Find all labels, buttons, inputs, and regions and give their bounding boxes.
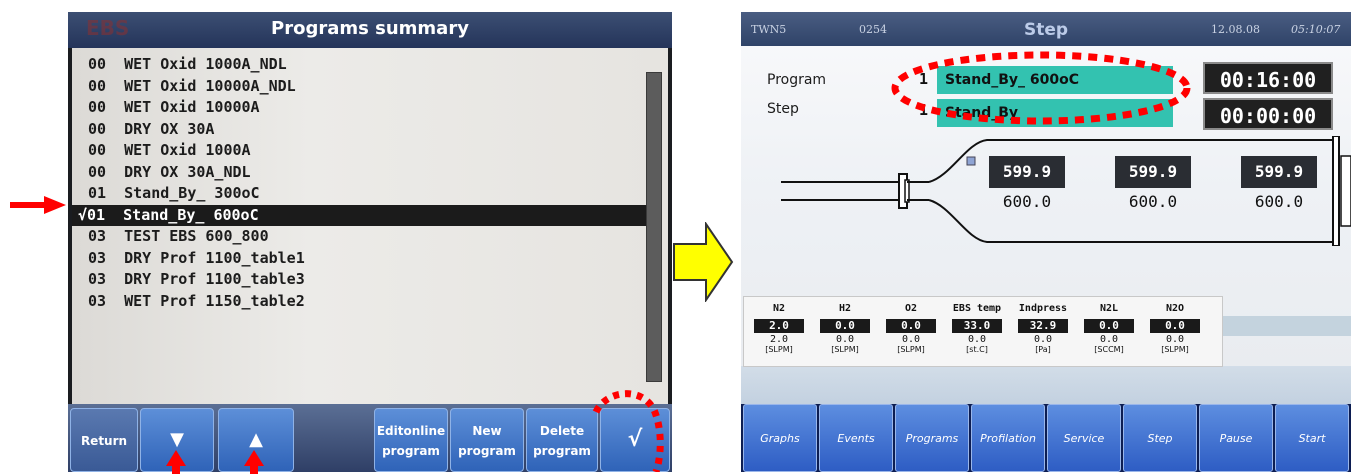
gas-unit: [SLPM]	[765, 345, 793, 354]
step-label: Step	[767, 101, 799, 117]
gas-set: 0.0	[901, 334, 921, 345]
gas-name: EBS temp	[952, 303, 1002, 314]
title-bar: EBS Programs summary	[68, 12, 672, 48]
transition-arrow-icon	[673, 222, 734, 302]
stripe	[741, 366, 1351, 404]
gas-val: 0.0	[886, 319, 936, 333]
new-label: New	[472, 424, 502, 438]
programs-button[interactable]: Programs	[895, 404, 969, 472]
program-list-item[interactable]: √01 Stand_By_ 600oC	[72, 204, 648, 226]
zone-setpoint-temp: 600.0	[1128, 192, 1178, 211]
red-pointer-arrow	[10, 196, 66, 214]
gas-set: 0.0	[1099, 334, 1119, 345]
gas-val: 0.0	[820, 319, 870, 333]
program-list-item[interactable]: 03 WET Prof 1150_table2	[72, 291, 648, 313]
gas-channel: EBS temp 33.0 0.0 [st.C]	[946, 297, 1008, 355]
page-title: Programs summary	[271, 18, 469, 39]
gas-name: N2O	[1165, 303, 1185, 314]
gas-unit: [SLPM]	[897, 345, 925, 354]
gas-channel: Indpress 32.9 0.0 [Pa]	[1012, 297, 1074, 355]
gas-val: 0.0	[1150, 319, 1200, 333]
program-list-item[interactable]: 00 WET Oxid 10000A_NDL	[72, 76, 648, 98]
gas-set: 0.0	[1033, 334, 1053, 345]
gas-val: 32.9	[1018, 319, 1068, 333]
profilation-button[interactable]: Profilation	[971, 404, 1045, 472]
red-up-arrow-1	[166, 450, 186, 474]
gas-val: 33.0	[952, 319, 1002, 333]
program-list-item[interactable]: 03 DRY Prof 1100_table1	[72, 248, 648, 270]
zone-setpoint-temp: 600.0	[1254, 192, 1304, 211]
gas-channel: N2O 0.0 0.0 [SLPM]	[1144, 297, 1206, 355]
gas-val: 2.0	[754, 319, 804, 333]
program-list-item[interactable]: 01 Stand_By_ 300oC	[72, 183, 648, 205]
editonline-label-2: program	[382, 444, 440, 458]
new-program-button[interactable]: New program	[450, 408, 524, 472]
program-time-display: 00:16:00	[1203, 62, 1333, 94]
gas-unit: [SLPM]	[1161, 345, 1189, 354]
button-bar: Return ▼ ▲ Editonline program New progra…	[68, 404, 672, 472]
step-time-display: 00:00:00	[1203, 98, 1333, 130]
scrollbar[interactable]	[646, 72, 662, 382]
return-label: Return	[80, 434, 128, 448]
button-bar: Graphs Events Programs Profilation Service St…	[741, 404, 1351, 472]
header-time: 05:10:07	[1291, 23, 1341, 36]
furnace-tube-diagram	[781, 136, 1351, 246]
program-list-item[interactable]: 00 DRY OX 30A_NDL	[72, 162, 648, 184]
step-body: Program Step 1 1 Stand_By_ 600oC Stand_B…	[741, 46, 1351, 404]
programs-summary-screen: EBS Programs summary 00 WET Oxid 1000A_N…	[68, 12, 672, 472]
gas-name: O2	[904, 303, 918, 314]
step-button[interactable]: Step	[1123, 404, 1197, 472]
gas-flow-panel: N2 2.0 2.0 [SLPM] H2 0.0 0.0 [SLPM] O2 0.0 0.0 [SLP…	[743, 296, 1223, 367]
red-dotted-ellipse	[891, 51, 1191, 125]
program-list-panel: 00 WET Oxid 1000A_NDL 00 WET Oxid 10000A_…	[72, 48, 668, 404]
program-list-item[interactable]: 03 TEST EBS 600_800	[72, 226, 648, 248]
new-label-2: program	[458, 444, 516, 458]
zone-actual-temp: 599.9	[989, 156, 1065, 188]
gas-set: 0.0	[1165, 334, 1185, 345]
gas-unit: [SCCM]	[1094, 345, 1124, 354]
zone-setpoint-temp: 600.0	[1002, 192, 1052, 211]
gas-channel: O2 0.0 0.0 [SLPM]	[880, 297, 942, 355]
gas-unit: [Pa]	[1035, 345, 1051, 354]
gas-channel: N2 2.0 2.0 [SLPM]	[748, 297, 810, 355]
editonline-label: Editonline	[376, 424, 446, 438]
program-list: 00 WET Oxid 1000A_NDL 00 WET Oxid 10000A_…	[72, 54, 648, 312]
program-list-item[interactable]: 03 DRY Prof 1100_table3	[72, 269, 648, 291]
gas-unit: [SLPM]	[831, 345, 859, 354]
program-list-item[interactable]: 00 DRY OX 30A	[72, 119, 648, 141]
red-dotted-circle-confirm	[592, 390, 664, 472]
gas-channel: N2L 0.0 0.0 [SCCM]	[1078, 297, 1140, 355]
start-button[interactable]: Start	[1275, 404, 1349, 472]
gas-set: 0.0	[967, 334, 987, 345]
editonline-program-button[interactable]: Editonline program	[374, 408, 448, 472]
program-list-item[interactable]: 00 WET Oxid 1000A	[72, 140, 648, 162]
red-up-arrow-2	[244, 450, 264, 474]
chevron-down-icon: ▼	[170, 429, 184, 450]
zone-actual-temp: 599.9	[1241, 156, 1317, 188]
service-button[interactable]: Service	[1047, 404, 1121, 472]
stripe	[1221, 316, 1351, 336]
gas-name: H2	[838, 303, 852, 314]
program-list-item[interactable]: 00 WET Oxid 10000A	[72, 97, 648, 119]
gas-val: 0.0	[1084, 319, 1134, 333]
gas-name: N2L	[1099, 303, 1119, 314]
program-label: Program	[767, 72, 827, 88]
status-header: TWN5 0254 Step 12.08.08 05:10:07	[741, 12, 1351, 46]
chevron-up-icon: ▲	[249, 429, 263, 450]
zone-actual-temp: 599.9	[1115, 156, 1191, 188]
program-list-item[interactable]: 00 WET Oxid 1000A_NDL	[72, 54, 648, 76]
events-button[interactable]: Events	[819, 404, 893, 472]
pause-button[interactable]: Pause	[1199, 404, 1273, 472]
step-screen: TWN5 0254 Step 12.08.08 05:10:07 Program…	[741, 12, 1351, 472]
graphs-button[interactable]: Graphs	[743, 404, 817, 472]
gas-name: N2	[772, 303, 786, 314]
gas-set: 2.0	[769, 334, 789, 345]
return-button[interactable]: Return	[70, 408, 138, 472]
gas-set: 0.0	[835, 334, 855, 345]
gas-name: Indpress	[1018, 303, 1068, 314]
gas-unit: [st.C]	[966, 345, 988, 354]
gas-channel: H2 0.0 0.0 [SLPM]	[814, 297, 876, 355]
header-date: 12.08.08	[1211, 23, 1260, 36]
